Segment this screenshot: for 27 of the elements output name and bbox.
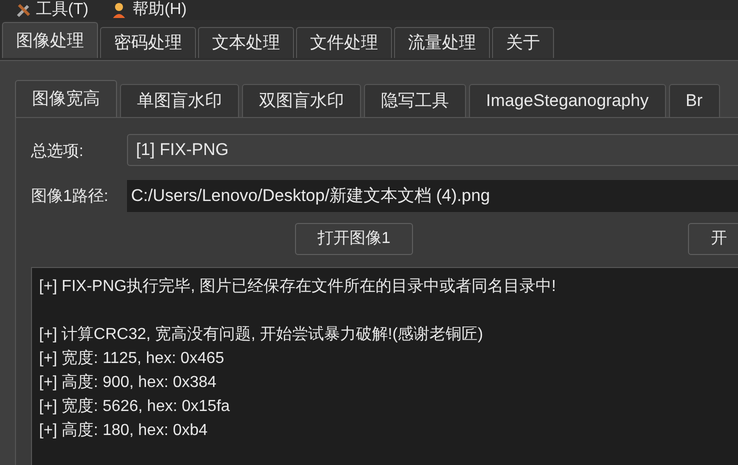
main-tab[interactable]: 文件处理 (296, 27, 392, 58)
sub-tab[interactable]: 隐写工具 (364, 84, 466, 117)
open-image-button[interactable]: 打开图像1 (295, 223, 413, 255)
main-tab[interactable]: 图像处理 (2, 22, 98, 58)
option-dropdown[interactable]: [1] FIX-PNG (127, 134, 738, 166)
path-field[interactable]: C:/Users/Lenovo/Desktop/新建文本文档 (4).png (127, 180, 738, 212)
path-label: 图像1路径: (31, 187, 108, 207)
tools-icon (16, 2, 32, 18)
log-line: [+] 高度: 900, hex: 0x384 (39, 372, 216, 393)
menu-item[interactable]: 帮助(H) (132, 0, 187, 20)
menu-item[interactable]: 工具(T) (36, 0, 88, 20)
main-tab[interactable]: 关于 (492, 27, 554, 58)
log-line: [+] 宽度: 5626, hex: 0x15fa (39, 396, 230, 417)
log-line: [+] 高度: 180, hex: 0xb4 (39, 420, 208, 441)
sub-tab[interactable]: 单图盲水印 (120, 84, 239, 117)
main-tab[interactable]: 文本处理 (198, 27, 294, 58)
main-tab[interactable]: 密码处理 (100, 27, 196, 58)
log-line: [+] FIX-PNG执行完毕, 图片已经保存在文件所在的目录中或者同名目录中! (39, 276, 556, 297)
log-line: [+] 计算CRC32, 宽高没有问题, 开始尝试暴力破解!(感谢老铜匠) (39, 324, 484, 345)
start-button[interactable]: 开 (688, 223, 738, 255)
sub-tab[interactable]: ImageSteganography (469, 84, 666, 117)
sub-tab[interactable]: 图像宽高 (15, 80, 117, 117)
sub-tab[interactable]: Br (668, 84, 720, 117)
option-label: 总选项: (31, 142, 84, 162)
log-line: [+] 宽度: 1125, hex: 0x465 (39, 348, 224, 369)
sub-tab[interactable]: 双图盲水印 (242, 84, 361, 117)
main-tab[interactable]: 流量处理 (394, 27, 490, 58)
